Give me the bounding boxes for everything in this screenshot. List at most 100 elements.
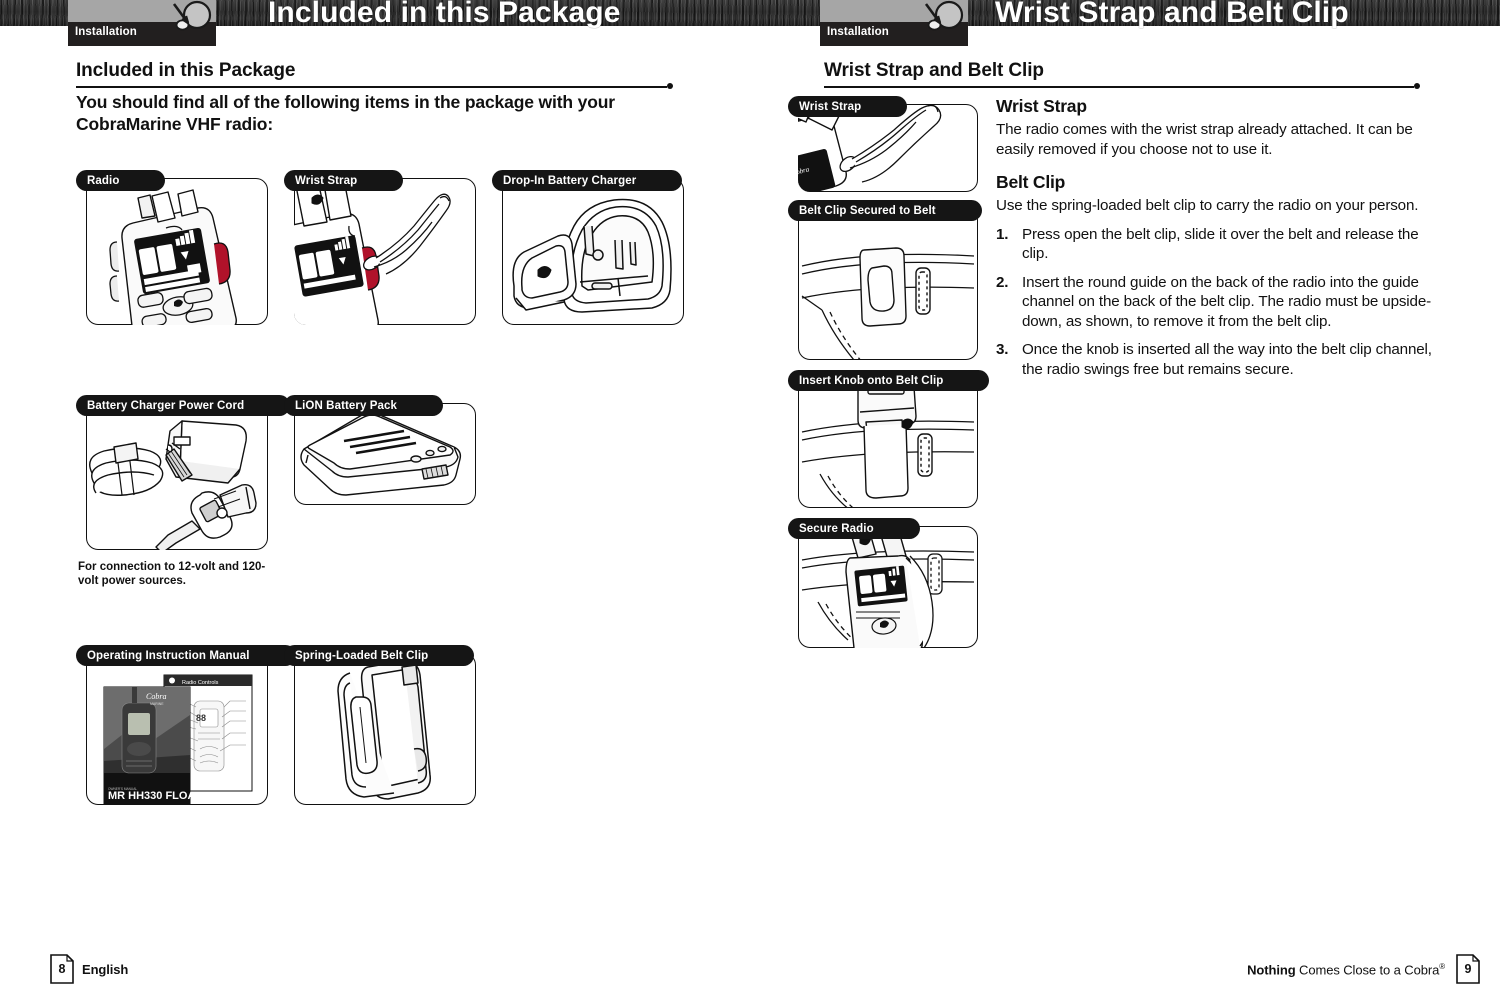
figure-battery-pack: LiON Battery Pack <box>284 395 476 505</box>
power-cord-illustration <box>89 420 257 550</box>
drop-in-charger-illustration <box>512 198 672 313</box>
step-number: 3. <box>996 341 1009 358</box>
figure-label: Drop-In Battery Charger <box>503 174 637 187</box>
figure-secure-radio: Secure Radio <box>788 518 978 648</box>
knob-antenna-icon <box>924 0 964 31</box>
figure-label-pill: LiON Battery Pack <box>284 395 443 416</box>
rule-line <box>824 86 1414 88</box>
figure-label: Operating Instruction Manual <box>87 649 250 662</box>
step-item: 1. Press open the belt clip, slide it ov… <box>996 225 1446 264</box>
registered-mark: ® <box>1439 962 1445 971</box>
left-page-footer: 8 English <box>0 944 755 1004</box>
tagline-rest: Comes Close to a Cobra <box>1295 962 1440 978</box>
wrist-strap-heading: Wrist Strap <box>996 96 1087 116</box>
figure-art <box>798 378 978 508</box>
figure-label: Battery Charger Power Cord <box>87 399 245 412</box>
radio-with-wrist-strap-illustration <box>294 179 451 325</box>
heading-rule <box>824 83 1420 92</box>
step-item: 2. Insert the round guide on the back of… <box>996 273 1446 332</box>
figure-label-pill: Secure Radio <box>788 518 920 539</box>
figure-wrist-strap: Wrist Strap <box>284 170 476 325</box>
figure-label-pill: Insert Knob onto Belt Clip <box>788 370 989 391</box>
figure-art <box>86 178 268 325</box>
figure-art <box>294 653 476 805</box>
figure-label-pill: Wrist Strap <box>284 170 403 191</box>
knob-antenna-icon <box>172 0 212 31</box>
figure-label: Wrist Strap <box>295 174 358 187</box>
belt-clip-paragraph: Use the spring-loaded belt clip to carry… <box>996 197 1419 214</box>
left-section-heading: Included in this Package <box>76 60 296 81</box>
figure-label-pill: Spring-Loaded Belt Clip <box>284 645 474 666</box>
rule-end-dot <box>667 83 673 89</box>
figure-label-pill: Belt Clip Secured to Belt <box>788 200 982 221</box>
figure-belt-clip: Spring-Loaded Belt Clip <box>284 645 476 805</box>
right-page-number-box: 9 <box>1456 954 1480 984</box>
right-section-heading: Wrist Strap and Belt Clip <box>824 60 1044 81</box>
figure-label-pill: Wrist Strap <box>788 96 907 117</box>
step-number: 2. <box>996 273 1009 291</box>
svg-text:MARINE: MARINE <box>150 702 164 706</box>
step-item: 3. Once the knob is inserted all the way… <box>996 340 1446 379</box>
power-cord-caption: For connection to 12-volt and 120-volt p… <box>78 561 266 587</box>
left-footer-language: English <box>82 962 129 977</box>
figure-power-cord: Battery Charger Power Cord <box>76 395 290 550</box>
figure-insert-knob: Insert Knob onto Belt Clip <box>788 370 989 508</box>
figure-label: Secure Radio <box>799 522 874 535</box>
right-section-heading-block: Wrist Strap and Belt Clip <box>824 60 1420 92</box>
figure-label-pill: Drop-In Battery Charger <box>492 170 682 191</box>
belt-clip-on-belt-illustration <box>801 247 975 360</box>
right-page-number: 9 <box>1464 962 1472 976</box>
figure-label: Insert Knob onto Belt Clip <box>799 374 944 387</box>
figure-art <box>294 178 476 325</box>
belt-clip-illustration <box>337 660 431 800</box>
left-page-number-box: 8 <box>50 954 74 984</box>
radio-handset-illustration <box>109 189 237 325</box>
battery-pack-illustration <box>300 412 462 496</box>
figure-art <box>502 178 684 325</box>
figure-label-pill: Radio <box>76 170 165 191</box>
figure-label: Belt Clip Secured to Belt <box>799 204 936 217</box>
right-footer-tagline: Nothing Comes Close to a Cobra® <box>1247 962 1445 977</box>
figure-drop-in-charger: Drop-In Battery Charger <box>492 170 684 325</box>
figure-manual: Radio Controls 88 Cobra MARINE OWNER'S M… <box>76 645 296 805</box>
right-banner-title: Wrist Strap and Belt Clip <box>995 0 1349 29</box>
belt-clip-heading: Belt Clip <box>996 172 1066 192</box>
rule-line <box>76 86 667 88</box>
rule-end-dot <box>1414 83 1420 89</box>
secure-radio-illustration <box>801 526 975 648</box>
left-installation-tab: Installation <box>68 0 216 46</box>
insert-knob-illustration <box>801 378 975 508</box>
left-tab-label: Installation <box>75 26 137 38</box>
figure-art <box>798 208 978 360</box>
figure-belt-clip-on-belt: Belt Clip Secured to Belt <box>788 200 982 360</box>
figure-label-pill: Battery Charger Power Cord <box>76 395 290 416</box>
figure-label: Wrist Strap <box>799 100 862 113</box>
step-text: Press open the belt clip, slide it over … <box>1022 225 1419 263</box>
left-banner-title: Included in this Package <box>268 0 621 29</box>
figure-art: Radio Controls 88 Cobra MARINE OWNER'S M… <box>86 653 268 805</box>
tagline-bold: Nothing <box>1247 962 1296 978</box>
right-page-footer: Nothing Comes Close to a Cobra® 9 <box>755 944 1500 1004</box>
figure-label: Radio <box>87 174 120 187</box>
svg-text:MR HH330 FLOAT: MR HH330 FLOAT <box>108 790 202 802</box>
svg-text:Cobra: Cobra <box>146 692 166 701</box>
left-page-number: 8 <box>58 962 66 976</box>
left-footer-text: English <box>82 962 128 977</box>
figure-label: LiON Battery Pack <box>295 399 398 412</box>
figure-radio: Radio <box>76 170 268 325</box>
right-installation-tab: Installation <box>820 0 968 46</box>
right-tab-label: Installation <box>827 26 889 38</box>
belt-clip-steps: 1. Press open the belt clip, slide it ov… <box>996 225 1446 380</box>
step-number: 1. <box>996 225 1009 243</box>
svg-text:88: 88 <box>196 713 206 723</box>
figure-art <box>86 403 268 550</box>
figure-art: Cobra <box>798 104 978 192</box>
wrist-strap-paragraph: The radio comes with the wrist strap alr… <box>996 121 1413 158</box>
figure-art <box>798 526 978 648</box>
document-spread: Included in this Package Wrist Strap and… <box>0 0 1500 1004</box>
figure-label-pill: Operating Instruction Manual <box>76 645 296 666</box>
heading-rule <box>76 83 673 92</box>
figure-wrist-strap-detail: Cobra Wrist Strap <box>788 96 978 192</box>
